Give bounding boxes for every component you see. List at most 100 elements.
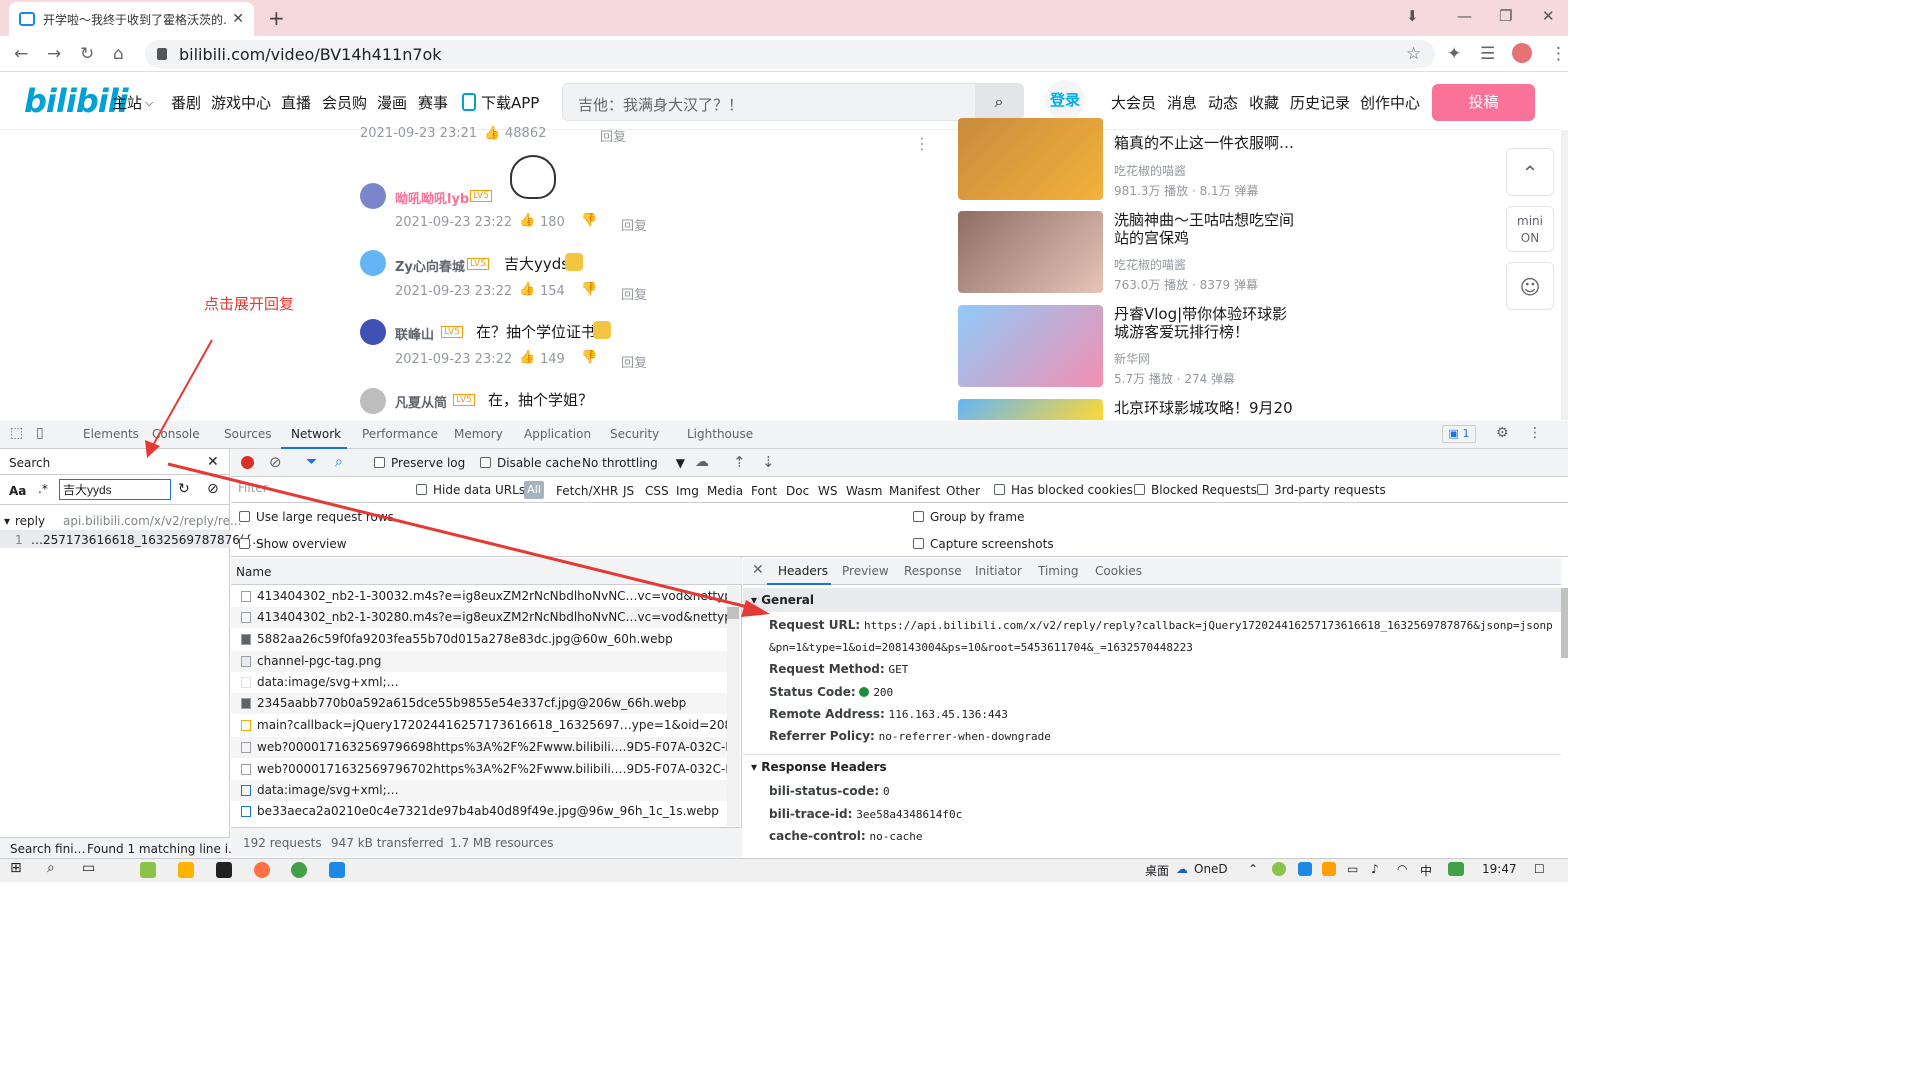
nav-history[interactable]: 历史记录 <box>1290 92 1350 113</box>
result-line-text[interactable]: …257173616618_1632569787876({… <box>31 533 264 547</box>
minimize-icon[interactable]: — <box>1457 7 1472 25</box>
mini-player-toggle[interactable]: mini ON <box>1506 206 1554 252</box>
table-row[interactable]: 5882aa26c59f0fa9203fea55b70d015a278e83dc… <box>231 629 727 650</box>
type-filter-all[interactable]: All <box>524 481 544 499</box>
cloud-icon[interactable]: ☁ <box>1176 862 1188 876</box>
tray-app-icon[interactable] <box>1298 862 1312 876</box>
forward-icon[interactable]: → <box>47 44 61 64</box>
nav-main[interactable]: 主站 <box>112 92 142 113</box>
table-row[interactable]: 2345aabb770b0a592a615dce55b9855e54e337cf… <box>231 693 727 714</box>
close-detail-icon[interactable]: ✕ <box>752 562 764 578</box>
match-case-toggle[interactable]: Aa <box>9 484 26 498</box>
video-title-line2[interactable]: 站的宫保鸡 <box>1114 229 1189 247</box>
reply-link[interactable]: 回复 <box>600 126 626 145</box>
inspect-element-icon[interactable]: ⬚ <box>10 425 23 441</box>
tab-console[interactable]: Console <box>152 427 200 441</box>
preserve-log-checkbox[interactable]: Preserve log <box>374 456 465 470</box>
video-uploader[interactable]: 吃花椒的喵酱 <box>1114 256 1186 273</box>
nav-esports[interactable]: 赛事 <box>418 92 448 113</box>
table-row[interactable]: web?0000171632569796698https%3A%2F%2Fwww… <box>231 737 727 758</box>
table-row[interactable]: 413404302_nb2-1-30280.m4s?e=ig8euxZM2rNc… <box>231 607 727 628</box>
export-har-icon[interactable]: ⇣ <box>762 453 775 471</box>
type-filter-wasm[interactable]: Wasm <box>846 484 882 498</box>
tray-app-icon[interactable] <box>1272 862 1286 876</box>
avatar[interactable] <box>360 183 386 209</box>
more-options-icon[interactable]: ⋮ <box>914 134 930 153</box>
url-input[interactable]: bilibili.com/video/BV14h411n7ok <box>145 40 1435 68</box>
customer-service-icon[interactable]: ☺ <box>1506 262 1554 310</box>
battery-icon[interactable]: ▭ <box>1347 862 1358 876</box>
hide-data-urls-checkbox[interactable]: Hide data URLs <box>416 483 525 497</box>
tab-network[interactable]: Network <box>291 427 341 441</box>
app-icon[interactable] <box>329 862 345 878</box>
tab-headers[interactable]: Headers <box>778 564 828 578</box>
device-toolbar-icon[interactable]: ▯ <box>36 425 44 441</box>
table-row[interactable]: main?callback=jQuery17202441625717361661… <box>231 715 727 736</box>
bookmark-star-icon[interactable]: ☆ <box>1406 44 1421 64</box>
tab-preview[interactable]: Preview <box>842 564 889 578</box>
search-input[interactable] <box>59 479 171 500</box>
nav-bangumi[interactable]: 番剧 <box>171 92 201 113</box>
video-thumbnail[interactable] <box>958 305 1103 387</box>
back-to-top-icon[interactable]: ⌃ <box>1506 148 1554 196</box>
comment-username[interactable]: 呦吼呦吼lyb <box>395 188 469 207</box>
regex-toggle[interactable]: .* <box>38 482 48 496</box>
more-tools-icon[interactable]: ⋮ <box>1528 425 1542 441</box>
video-thumbnail[interactable] <box>958 118 1103 200</box>
import-har-icon[interactable]: ⇡ <box>733 453 746 471</box>
volume-icon[interactable]: ♪ <box>1371 862 1379 876</box>
table-row[interactable]: data:image/svg+xml;… <box>231 672 727 693</box>
avatar[interactable] <box>360 250 386 276</box>
onedrive-toolbar[interactable]: OneD <box>1194 862 1228 876</box>
table-row[interactable]: be33aeca2a0210e0c4e7321de97b4ab40d89f49e… <box>231 801 727 822</box>
dislike-icon[interactable]: 👎 <box>581 213 597 228</box>
nav-mall[interactable]: 会员购 <box>322 92 367 113</box>
comment-username[interactable]: 凡夏从简 <box>395 392 447 411</box>
video-title-line2[interactable]: 城游客爱玩排行榜！ <box>1114 323 1249 341</box>
group-by-frame-checkbox[interactable]: Group by frame <box>913 510 1024 524</box>
tab-elements[interactable]: Elements <box>83 427 139 441</box>
tray-app-icon[interactable] <box>1448 862 1464 876</box>
app-icon[interactable] <box>140 862 156 878</box>
nav-live[interactable]: 直播 <box>281 92 311 113</box>
table-row[interactable]: data:image/svg+xml;… <box>231 780 727 801</box>
detail-scrollbar[interactable] <box>1561 588 1568 658</box>
profile-avatar[interactable] <box>1512 43 1532 63</box>
nav-messages[interactable]: 消息 <box>1167 92 1197 113</box>
type-filter-css[interactable]: CSS <box>645 484 669 498</box>
settings-gear-icon[interactable]: ⚙ <box>1496 425 1509 441</box>
back-icon[interactable]: ← <box>14 44 28 64</box>
video-thumbnail[interactable] <box>958 211 1103 293</box>
tab-security[interactable]: Security <box>610 427 659 441</box>
tab-sources[interactable]: Sources <box>224 427 271 441</box>
tab-timing[interactable]: Timing <box>1038 564 1079 578</box>
network-conditions-icon[interactable]: ☁ <box>695 454 709 470</box>
dislike-icon[interactable]: 👎 <box>581 350 597 365</box>
type-filter-xhr[interactable]: Fetch/XHR <box>556 484 618 498</box>
video-title[interactable]: 北京环球影城攻略！9月20 <box>1114 399 1293 417</box>
disable-cache-checkbox[interactable]: Disable cache <box>480 456 581 470</box>
taskbar-search-icon[interactable]: ⌕ <box>47 860 55 876</box>
video-title[interactable]: 箱真的不止这一件衣服啊… <box>1114 134 1294 152</box>
video-uploader[interactable]: 吃花椒的喵酱 <box>1114 162 1186 179</box>
type-filter-js[interactable]: JS <box>623 484 634 498</box>
blocked-requests-checkbox[interactable]: Blocked Requests <box>1134 483 1257 497</box>
firefox-icon[interactable] <box>254 862 270 878</box>
new-tab-button[interactable]: + <box>268 6 285 30</box>
nav-manga[interactable]: 漫画 <box>377 92 407 113</box>
tab-memory[interactable]: Memory <box>454 427 503 441</box>
chrome-icon[interactable] <box>291 862 307 878</box>
type-filter-img[interactable]: Img <box>676 484 699 498</box>
type-filter-ws[interactable]: WS <box>818 484 837 498</box>
third-party-checkbox[interactable]: 3rd-party requests <box>1257 483 1386 497</box>
large-rows-checkbox[interactable]: Use large request rows <box>239 510 394 524</box>
upload-button[interactable]: 投稿 <box>1432 84 1535 121</box>
capture-screenshots-checkbox[interactable]: Capture screenshots <box>913 537 1054 551</box>
video-title[interactable]: 丹睿Vlog|带你体验环球影 <box>1114 305 1287 323</box>
refresh-search-icon[interactable]: ↻ <box>178 481 190 497</box>
reply-link[interactable]: 回复 <box>621 284 647 303</box>
record-icon[interactable] <box>241 456 254 469</box>
site-search-input[interactable]: 吉他：我满身大汉了？！ ⌕ <box>562 83 1024 121</box>
scrollbar-thumb[interactable] <box>727 607 739 619</box>
result-file[interactable]: reply <box>15 514 45 528</box>
